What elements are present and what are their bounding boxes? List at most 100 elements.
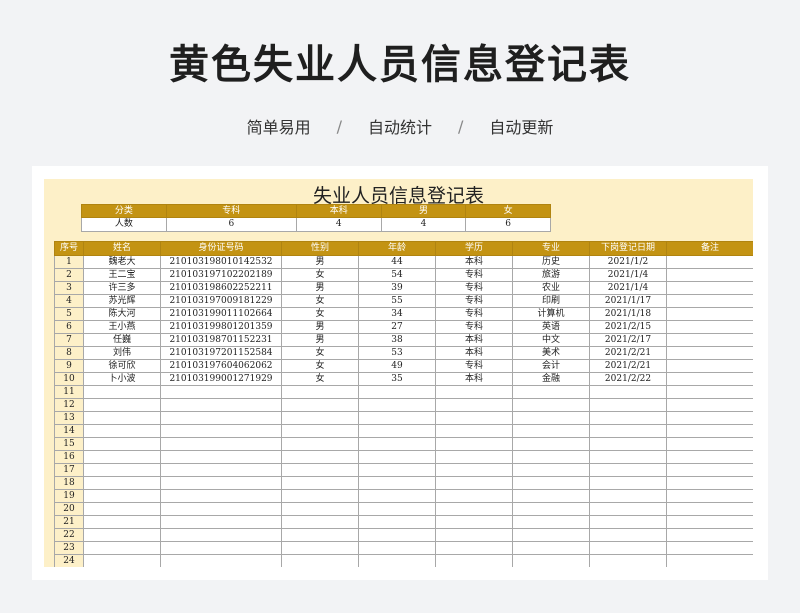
cell-age[interactable] (358, 398, 436, 412)
cell-layoff-date[interactable]: 2021/1/18 (589, 307, 667, 321)
cell-name[interactable]: 徐可欣 (83, 359, 161, 373)
cell-education[interactable] (435, 489, 513, 503)
cell-name[interactable] (83, 515, 161, 529)
cell-id-number[interactable] (160, 476, 282, 490)
cell-layoff-date[interactable] (589, 385, 667, 399)
cell-remark[interactable] (666, 450, 753, 464)
cell-remark[interactable] (666, 463, 753, 477)
cell-layoff-date[interactable] (589, 528, 667, 542)
cell-name[interactable] (83, 450, 161, 464)
cell-age[interactable] (358, 411, 436, 425)
cell-major[interactable]: 英语 (512, 320, 590, 334)
cell-education[interactable]: 本科 (435, 333, 513, 347)
cell-gender[interactable] (281, 554, 359, 567)
cell-remark[interactable] (666, 437, 753, 451)
cell-education[interactable]: 专科 (435, 307, 513, 321)
cell-gender[interactable]: 女 (281, 359, 359, 373)
cell-education[interactable]: 本科 (435, 346, 513, 360)
cell-education[interactable] (435, 463, 513, 477)
cell-major[interactable] (512, 463, 590, 477)
cell-id-number[interactable] (160, 463, 282, 477)
cell-major[interactable] (512, 385, 590, 399)
cell-name[interactable] (83, 385, 161, 399)
cell-layoff-date[interactable] (589, 463, 667, 477)
cell-education[interactable] (435, 424, 513, 438)
cell-major[interactable]: 历史 (512, 255, 590, 269)
cell-major[interactable] (512, 450, 590, 464)
cell-education[interactable]: 本科 (435, 255, 513, 269)
cell-age[interactable] (358, 450, 436, 464)
cell-major[interactable] (512, 502, 590, 516)
cell-id-number[interactable] (160, 554, 282, 567)
cell-remark[interactable] (666, 489, 753, 503)
cell-layoff-date[interactable] (589, 541, 667, 555)
cell-remark[interactable] (666, 476, 753, 490)
cell-name[interactable]: 王二宝 (83, 268, 161, 282)
cell-layoff-date[interactable] (589, 476, 667, 490)
cell-name[interactable]: 卜小波 (83, 372, 161, 386)
cell-education[interactable]: 专科 (435, 281, 513, 295)
cell-education[interactable] (435, 528, 513, 542)
cell-gender[interactable]: 男 (281, 333, 359, 347)
cell-age[interactable] (358, 515, 436, 529)
cell-remark[interactable] (666, 333, 753, 347)
cell-name[interactable]: 陈大河 (83, 307, 161, 321)
cell-gender[interactable] (281, 450, 359, 464)
cell-gender[interactable] (281, 515, 359, 529)
cell-remark[interactable] (666, 320, 753, 334)
cell-layoff-date[interactable]: 2021/2/21 (589, 346, 667, 360)
cell-name[interactable] (83, 489, 161, 503)
cell-id-number[interactable]: 210103199011102664 (160, 307, 282, 321)
cell-gender[interactable] (281, 398, 359, 412)
cell-name[interactable] (83, 398, 161, 412)
cell-age[interactable]: 34 (358, 307, 436, 321)
cell-name[interactable]: 魏老大 (83, 255, 161, 269)
cell-age[interactable] (358, 502, 436, 516)
cell-layoff-date[interactable] (589, 502, 667, 516)
cell-remark[interactable] (666, 398, 753, 412)
cell-id-number[interactable] (160, 502, 282, 516)
cell-age[interactable]: 55 (358, 294, 436, 308)
cell-id-number[interactable] (160, 515, 282, 529)
cell-layoff-date[interactable] (589, 398, 667, 412)
cell-remark[interactable] (666, 528, 753, 542)
cell-remark[interactable] (666, 281, 753, 295)
cell-remark[interactable] (666, 424, 753, 438)
cell-age[interactable] (358, 424, 436, 438)
cell-name[interactable]: 许三多 (83, 281, 161, 295)
cell-id-number[interactable] (160, 398, 282, 412)
cell-major[interactable] (512, 528, 590, 542)
cell-major[interactable] (512, 437, 590, 451)
cell-remark[interactable] (666, 541, 753, 555)
cell-name[interactable]: 王小燕 (83, 320, 161, 334)
cell-id-number[interactable] (160, 489, 282, 503)
cell-gender[interactable]: 女 (281, 307, 359, 321)
cell-age[interactable] (358, 541, 436, 555)
cell-id-number[interactable]: 210103197102202189 (160, 268, 282, 282)
cell-major[interactable] (512, 515, 590, 529)
cell-education[interactable] (435, 554, 513, 567)
cell-remark[interactable] (666, 346, 753, 360)
cell-major[interactable]: 美术 (512, 346, 590, 360)
cell-education[interactable] (435, 437, 513, 451)
cell-gender[interactable]: 女 (281, 346, 359, 360)
cell-education[interactable] (435, 502, 513, 516)
cell-layoff-date[interactable] (589, 437, 667, 451)
cell-id-number[interactable]: 210103199001271929 (160, 372, 282, 386)
cell-layoff-date[interactable] (589, 411, 667, 425)
cell-layoff-date[interactable]: 2021/2/17 (589, 333, 667, 347)
cell-remark[interactable] (666, 385, 753, 399)
cell-major[interactable]: 金融 (512, 372, 590, 386)
cell-age[interactable] (358, 463, 436, 477)
cell-id-number[interactable]: 210103198701152231 (160, 333, 282, 347)
cell-id-number[interactable] (160, 411, 282, 425)
cell-id-number[interactable]: 210103198602252211 (160, 281, 282, 295)
cell-remark[interactable] (666, 502, 753, 516)
cell-remark[interactable] (666, 294, 753, 308)
summary-cell[interactable]: 4 (380, 217, 467, 232)
cell-gender[interactable] (281, 463, 359, 477)
summary-cell[interactable]: 4 (295, 217, 382, 232)
cell-education[interactable]: 专科 (435, 268, 513, 282)
cell-layoff-date[interactable] (589, 424, 667, 438)
cell-gender[interactable] (281, 502, 359, 516)
